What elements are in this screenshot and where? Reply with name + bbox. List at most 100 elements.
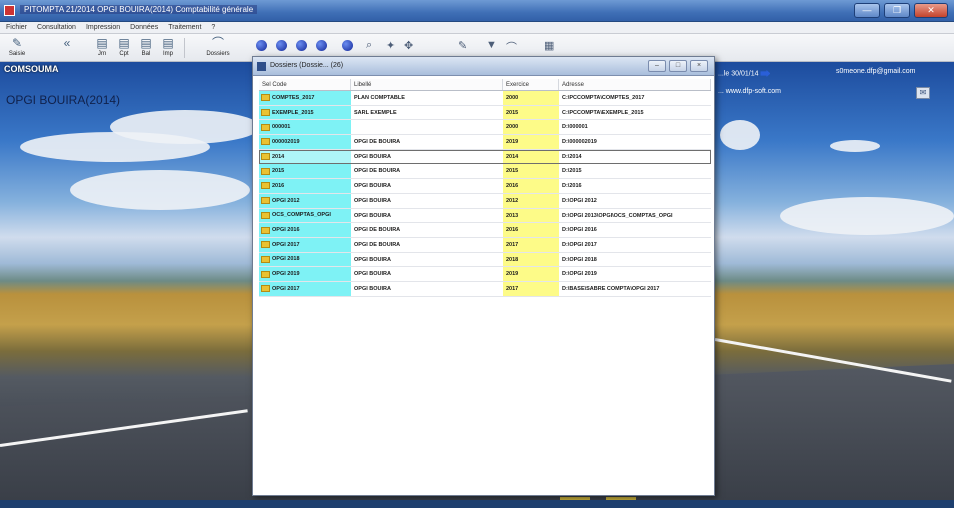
cell-address[interactable]: D:\2015 <box>559 164 711 178</box>
dialog-close-button[interactable]: × <box>690 60 708 72</box>
menu-donnees[interactable]: Données <box>130 22 158 33</box>
cell-address[interactable]: D:\OPGI 2018 <box>559 253 711 267</box>
cell-code[interactable]: OPGI 2018 <box>259 252 351 267</box>
cell-year[interactable]: 2018 <box>503 252 559 267</box>
cell-label[interactable]: OPGI DE BOUIRA <box>351 223 503 237</box>
table-row[interactable]: COMPTES_2017 PLAN COMPTABLE 2000 C:\PCCOMPT… <box>259 91 711 106</box>
cell-code[interactable]: 2015 <box>259 164 351 179</box>
column-header-year[interactable]: Exercice <box>503 79 559 90</box>
cell-address[interactable]: D:\2014 <box>559 150 711 164</box>
table-row[interactable]: 000001 2000 D:\000001 <box>259 120 711 136</box>
cell-code[interactable]: OPGI 2019 <box>259 267 351 281</box>
print-button[interactable]: ▤ Imp <box>158 36 178 60</box>
cell-code[interactable]: 000002019 <box>259 135 351 149</box>
nav-next-icon[interactable] <box>296 40 307 51</box>
cell-code[interactable]: 000001 <box>259 120 351 135</box>
table-row[interactable]: OPGI 2018 OPGI BOUIRA 2018 D:\OPGI 2018 <box>259 252 711 268</box>
table-row[interactable]: OPGI 2017 OPGI DE BOUIRA 2017 D:\OPGI 2017 <box>259 237 711 253</box>
cell-address[interactable]: D:\OPGI 2017 <box>559 238 711 252</box>
dialog-minimize-button[interactable]: – <box>648 60 666 72</box>
saisie-button[interactable]: ✎ Saisie <box>6 36 28 60</box>
dossiers-button[interactable]: ⌒ Dossiers <box>200 36 236 60</box>
nav-prev-icon[interactable] <box>276 40 287 51</box>
menu-traitement[interactable]: Traitement <box>168 22 201 33</box>
cell-address[interactable]: D:\OPGI 2012 <box>559 194 711 208</box>
search-icon[interactable]: ⌕ <box>366 39 372 52</box>
nav-first-icon[interactable] <box>256 40 267 51</box>
cell-code[interactable]: OCS_COMPTAS_OPGI <box>259 208 351 223</box>
cell-label[interactable]: OPGI BOUIRA <box>351 194 503 208</box>
cell-year[interactable]: 2019 <box>503 135 559 149</box>
cell-label[interactable]: SARL EXEMPLE <box>351 106 503 120</box>
cell-year[interactable]: 2016 <box>503 223 559 237</box>
cell-address[interactable]: C:\PCCOMPTA\EXEMPLE_2015 <box>559 106 711 120</box>
column-header-code[interactable]: Sel Code <box>259 79 351 90</box>
cell-year[interactable]: 2019 <box>503 267 559 281</box>
cell-label[interactable]: OPGI BOUIRA <box>351 150 503 164</box>
cell-label[interactable]: OPGI BOUIRA <box>351 253 503 267</box>
table-row[interactable]: 2015 OPGI DE BOUIRA 2015 D:\2015 <box>259 164 711 180</box>
table-row[interactable]: OPGI 2012 OPGI BOUIRA 2012 D:\OPGI 2012 <box>259 193 711 209</box>
cell-address[interactable]: D:\2016 <box>559 179 711 193</box>
column-header-label[interactable]: Libellé <box>351 79 503 90</box>
cell-year[interactable]: 2015 <box>503 164 559 179</box>
cell-address[interactable]: D:\OPGI 2016 <box>559 223 711 237</box>
calc-icon[interactable]: ✎ <box>458 39 467 52</box>
cell-label[interactable]: OPGI BOUIRA <box>351 179 503 193</box>
filter-icon[interactable]: ▼ <box>486 39 497 51</box>
nav-last-icon[interactable] <box>316 40 327 51</box>
cell-code[interactable]: OPGI 2016 <box>259 223 351 237</box>
cell-year[interactable]: 2017 <box>503 237 559 252</box>
cell-code[interactable]: 2014 <box>259 149 351 164</box>
cell-label[interactable]: OPGI DE BOUIRA <box>351 238 503 252</box>
cell-address[interactable]: C:\PCCOMPTA\COMPTES_2017 <box>559 91 711 105</box>
maximize-button[interactable]: ❐ <box>884 3 910 18</box>
minimize-button[interactable]: — <box>854 3 880 18</box>
close-button[interactable]: ✕ <box>914 3 948 18</box>
account-button[interactable]: ▤ Cpt <box>114 36 134 60</box>
cell-address[interactable]: D:\OPGI 2013\OPGI\OCS_COMPTAS_OPGI <box>559 209 711 223</box>
dialog-maximize-button[interactable]: □ <box>669 60 687 72</box>
table-row[interactable]: 2014 OPGI BOUIRA 2014 D:\2014 <box>259 149 711 165</box>
tools-icon[interactable]: ✥ <box>404 39 413 52</box>
column-header-address[interactable]: Adresse <box>559 79 711 90</box>
menu-impression[interactable]: Impression <box>86 22 120 33</box>
mail-icon[interactable]: ✉ <box>916 87 930 99</box>
cell-code[interactable]: OPGI 2017 <box>259 281 351 296</box>
cell-year[interactable]: 2012 <box>503 193 559 208</box>
cell-year[interactable]: 2016 <box>503 179 559 193</box>
cell-label[interactable]: OPGI BOUIRA <box>351 267 503 281</box>
journal-button[interactable]: ▤ Jrn <box>92 36 112 60</box>
nav-go-icon[interactable] <box>342 40 353 51</box>
menu-help[interactable]: ? <box>211 22 215 33</box>
cell-year[interactable]: 2013 <box>503 208 559 223</box>
exit-icon[interactable]: ▦ <box>544 39 554 52</box>
table-row[interactable]: 2016 OPGI BOUIRA 2016 D:\2016 <box>259 179 711 194</box>
cell-label[interactable]: PLAN COMPTABLE <box>351 91 503 105</box>
cell-label[interactable]: OPGI DE BOUIRA <box>351 135 503 149</box>
table-row[interactable]: EXEMPLE_2015 SARL EXEMPLE 2015 C:\PCCOMPTA\… <box>259 105 711 121</box>
cell-label[interactable]: OPGI DE BOUIRA <box>351 164 503 178</box>
balance-button[interactable]: ▤ Bal <box>136 36 156 60</box>
cell-year[interactable]: 2015 <box>503 105 559 120</box>
cell-code[interactable]: OPGI 2012 <box>259 193 351 208</box>
cell-year[interactable]: 2000 <box>503 120 559 135</box>
pin-icon[interactable]: ✦ <box>386 39 395 52</box>
table-row[interactable]: 000002019 OPGI DE BOUIRA 2019 D:\000002019 <box>259 135 711 150</box>
cell-address[interactable]: D:\000002019 <box>559 135 711 149</box>
cell-code[interactable]: COMPTES_2017 <box>259 91 351 105</box>
cell-code[interactable]: OPGI 2017 <box>259 237 351 252</box>
cell-label[interactable]: OPGI BOUIRA <box>351 209 503 223</box>
table-row[interactable]: OCS_COMPTAS_OPGI OPGI BOUIRA 2013 D:\OPGI 2… <box>259 208 711 224</box>
table-row[interactable]: OPGI 2016 OPGI DE BOUIRA 2016 D:\OPGI 2016 <box>259 223 711 238</box>
arrow-button[interactable]: « <box>60 36 74 60</box>
cell-code[interactable]: 2016 <box>259 179 351 193</box>
cell-label[interactable] <box>351 120 503 134</box>
cell-address[interactable]: D:\000001 <box>559 120 711 134</box>
cell-year[interactable]: 2017 <box>503 281 559 296</box>
menu-consultation[interactable]: Consultation <box>37 22 76 33</box>
cell-year[interactable]: 2000 <box>503 91 559 105</box>
cell-address[interactable]: D:\OPGI 2019 <box>559 267 711 281</box>
menu-fichier[interactable]: Fichier <box>6 22 27 33</box>
export-icon[interactable]: ⌒ <box>506 39 517 55</box>
